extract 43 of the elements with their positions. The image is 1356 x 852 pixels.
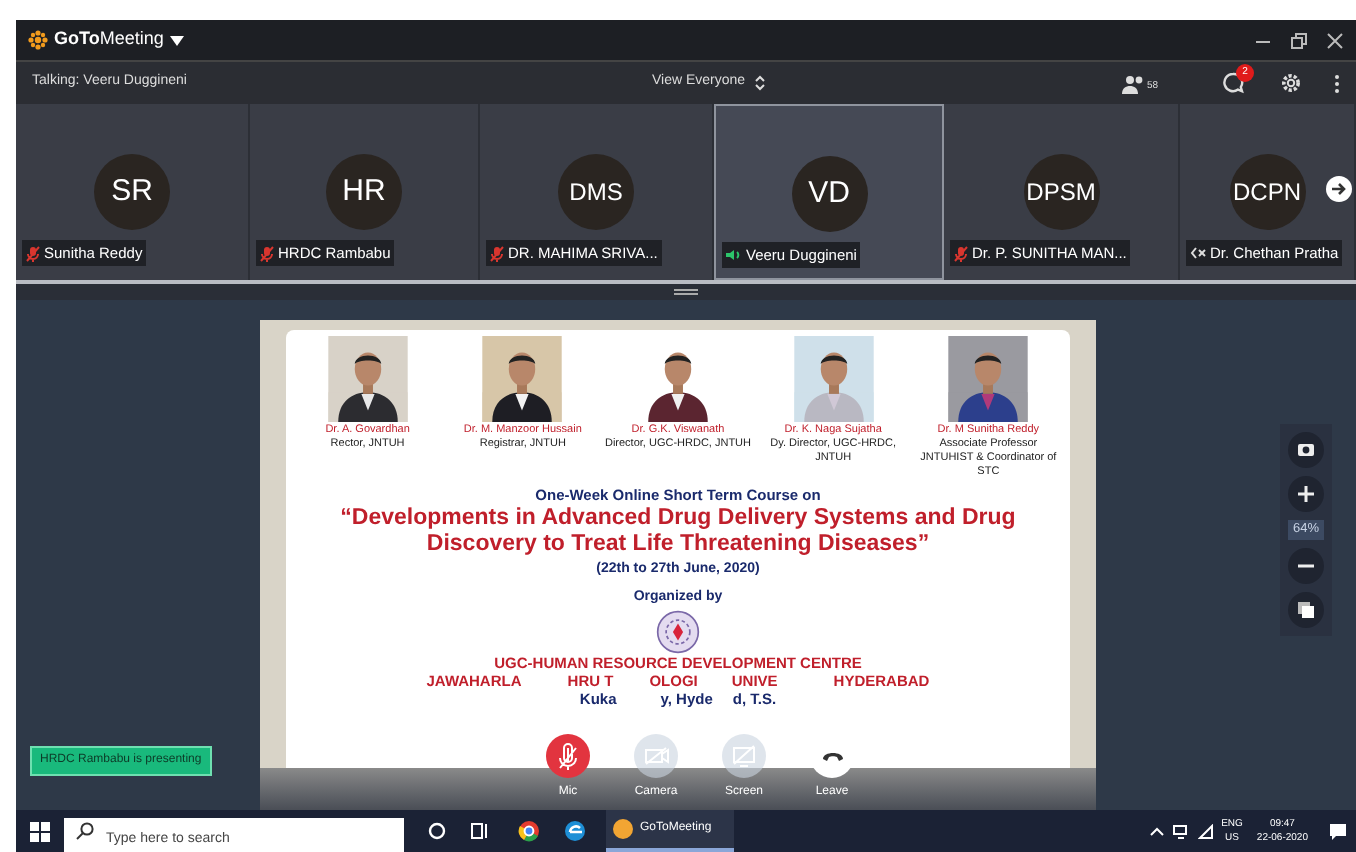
drag-handle-icon[interactable] — [674, 288, 698, 296]
zoom-in-icon[interactable] — [1288, 476, 1324, 512]
slide-title: “Developments in Advanced Drug Delivery Systems and Drug Discovery to Treat Life Threatening Diseases” — [338, 506, 1018, 559]
attendees-icon[interactable] — [1122, 73, 1147, 93]
zoom-out-icon[interactable] — [1288, 547, 1324, 584]
avatar: VD — [791, 156, 867, 232]
avatar: DCPN — [1229, 154, 1305, 230]
camera-icon — [643, 746, 669, 766]
muted-mic-icon — [260, 245, 274, 261]
task-view-icon[interactable] — [470, 822, 490, 840]
mic-icon — [558, 741, 578, 771]
close-icon[interactable] — [1326, 31, 1344, 49]
avatar: HR — [326, 154, 402, 230]
search-icon — [76, 822, 94, 840]
avatar: DPSM — [1023, 154, 1099, 230]
muted-mic-icon — [490, 245, 504, 261]
network-icon[interactable] — [1171, 823, 1190, 839]
chat-icon[interactable] — [1222, 72, 1244, 94]
avatar: DMS — [558, 154, 634, 230]
windows-logo-icon[interactable] — [30, 821, 50, 841]
camera-icon[interactable] — [1288, 432, 1324, 468]
speaker-muted-icon — [1190, 246, 1206, 260]
chevron-up-icon[interactable] — [1149, 826, 1164, 836]
app-name[interactable]: GoToMeeting — [54, 26, 164, 54]
muted-mic-icon — [26, 245, 40, 261]
muted-mic-icon — [954, 245, 968, 261]
copy-icon[interactable] — [1288, 591, 1324, 628]
cortana-icon[interactable] — [428, 822, 446, 840]
next-arrow-icon[interactable] — [1326, 176, 1352, 202]
more-icon[interactable] — [1334, 73, 1340, 93]
avatar: SR — [94, 154, 170, 230]
speaker-icon — [726, 248, 742, 262]
caret-icon[interactable] — [169, 35, 184, 45]
logo-icon — [28, 30, 48, 50]
browser-icon[interactable] — [518, 820, 540, 842]
screen-icon — [732, 744, 756, 768]
notification-icon[interactable] — [1328, 821, 1348, 841]
restore-icon[interactable] — [1290, 31, 1308, 49]
updown-icon — [753, 74, 766, 92]
emblem-icon — [656, 610, 700, 655]
settings-icon[interactable] — [1280, 72, 1302, 94]
phone-icon — [821, 751, 843, 761]
app-icon — [612, 818, 634, 840]
